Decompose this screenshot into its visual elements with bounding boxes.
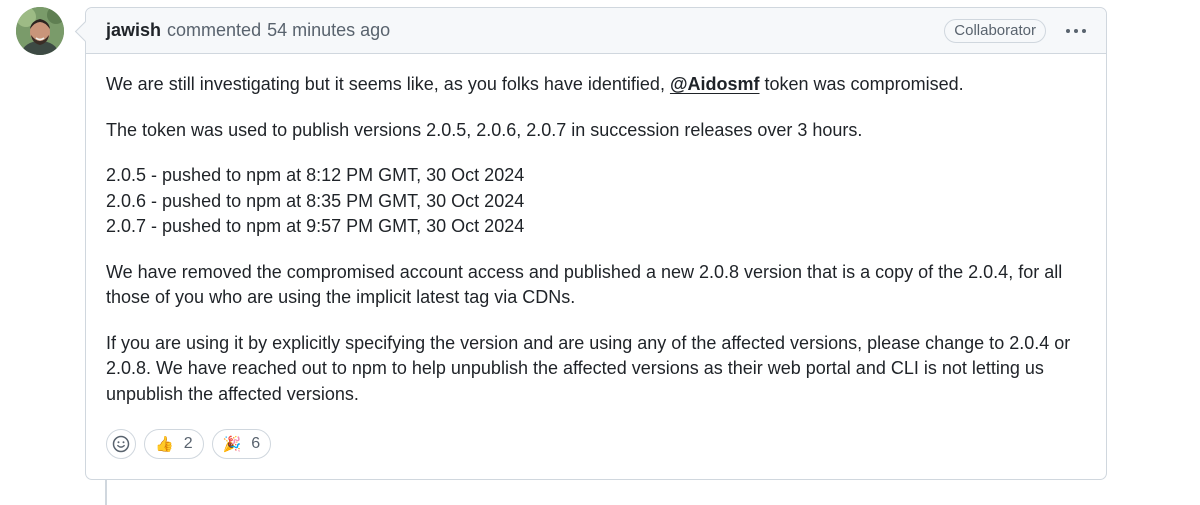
smiley-icon: [112, 435, 130, 453]
paragraph-5: If you are using it by explicitly specif…: [106, 332, 1071, 404]
version-line: 2.0.7 - pushed to npm at 9:57 PM GMT, 30…: [106, 216, 525, 236]
reaction-count: 6: [251, 435, 261, 452]
reactions-bar: 👍 2 🎉 6: [106, 429, 272, 459]
paragraph-4: We have removed the compromised account …: [106, 261, 1063, 308]
comment-action: commented: [167, 20, 262, 40]
add-reaction-button[interactable]: [106, 429, 136, 459]
comment-header: jawish commented 54 minutes ago Collabor…: [86, 8, 1106, 54]
user-mention-link[interactable]: @Aidosmf: [670, 74, 760, 94]
reaction-thumbs-up-button[interactable]: 👍 2: [144, 429, 204, 459]
comment-box: jawish commented 54 minutes ago Collabor…: [85, 7, 1107, 480]
reaction-party-button[interactable]: 🎉 6: [211, 429, 272, 459]
reaction-count: 2: [183, 435, 193, 452]
version-list: 2.0.5 - pushed to npm at 8:12 PM GMT, 30…: [106, 163, 1086, 240]
author-link[interactable]: jawish: [106, 20, 161, 41]
header-actions: Collaborator: [944, 18, 1086, 43]
paragraph-1: We are still investigating but it seems …: [106, 74, 964, 94]
timeline-line: [105, 480, 107, 505]
comment-body: We are still investigating but it seems …: [86, 54, 1106, 407]
thumbs-up-icon: 👍: [155, 435, 174, 453]
version-line: 2.0.6 - pushed to npm at 8:35 PM GMT, 30…: [106, 190, 525, 211]
more-options-icon[interactable]: [1066, 25, 1086, 37]
avatar[interactable]: [16, 7, 64, 55]
paragraph-2: The token was used to publish versions 2…: [106, 119, 863, 140]
avatar-image: [16, 7, 64, 55]
version-line: 2.0.5 - pushed to npm at 8:12 PM GMT, 30…: [106, 165, 525, 185]
party-popper-icon: 🎉: [222, 435, 242, 453]
role-badge: Collaborator: [944, 18, 1046, 43]
comment-timestamp[interactable]: 54 minutes ago: [267, 20, 390, 41]
